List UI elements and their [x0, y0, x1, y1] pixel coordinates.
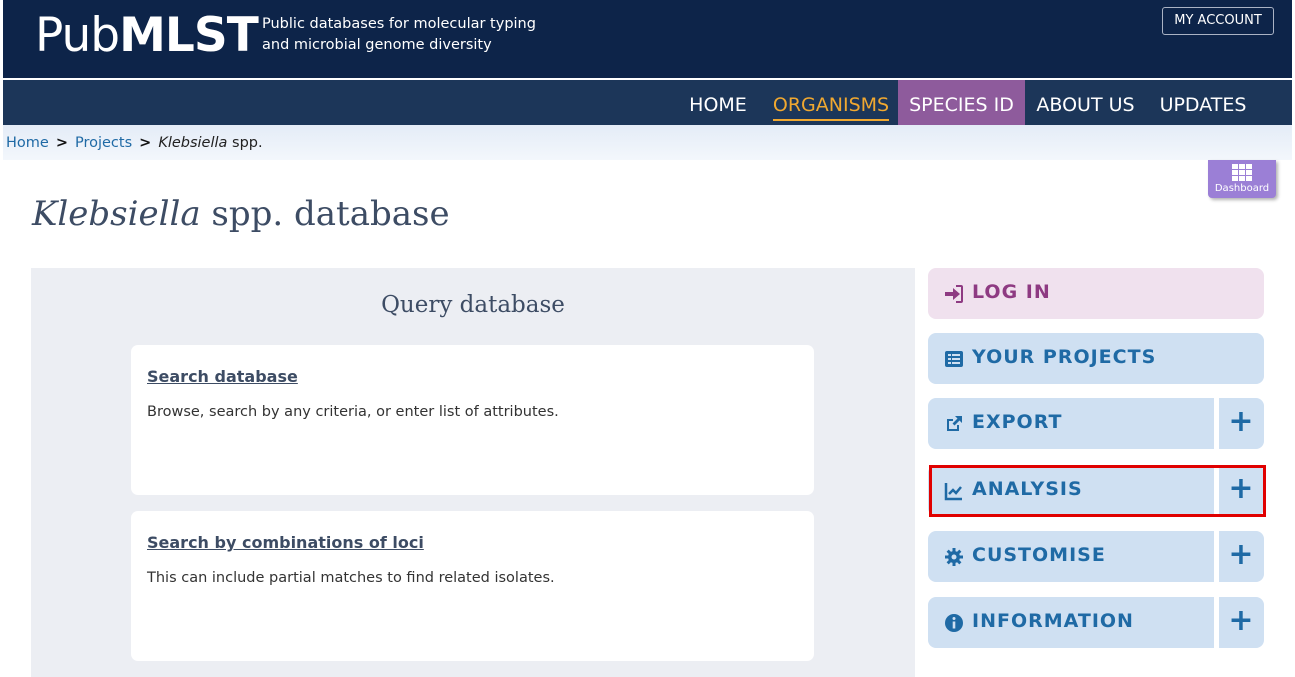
search-loci-link[interactable]: Search by combinations of loci [147, 533, 424, 552]
query-panel-title: Query database [381, 292, 565, 318]
search-database-link[interactable]: Search database [147, 367, 298, 386]
export-expand-button[interactable]: + [1214, 398, 1264, 449]
export-label: EXPORT [972, 411, 1063, 433]
export-button[interactable]: EXPORT + [928, 398, 1264, 449]
gear-icon [945, 548, 963, 566]
analysis-highlight-box [929, 465, 1266, 517]
info-icon [945, 614, 963, 632]
nav-species-id[interactable]: SPECIES ID [898, 80, 1025, 125]
breadcrumb-current: Klebsiella [158, 135, 228, 151]
dashboard-button[interactable]: Dashboard [1208, 160, 1276, 198]
external-link-icon [947, 416, 962, 431]
customise-label: CUSTOMISE [972, 544, 1106, 566]
nav-about-us[interactable]: ABOUT US [1028, 80, 1143, 125]
card-description: Browse, search by any criteria, or enter… [147, 404, 559, 420]
search-database-card: Search database Browse, search by any cr… [131, 345, 814, 495]
your-projects-button[interactable]: YOUR PROJECTS [928, 333, 1264, 384]
breadcrumb-separator: > [55, 135, 68, 151]
login-button[interactable]: LOG IN [928, 268, 1264, 319]
nav-updates[interactable]: UPDATES [1149, 80, 1257, 125]
main-nav: HOME ORGANISMS SPECIES ID ABOUT US UPDAT… [3, 80, 1292, 125]
query-panel: Query database Search database Browse, s… [31, 268, 915, 677]
list-icon [945, 351, 963, 367]
breadcrumb-home[interactable]: Home [6, 135, 49, 151]
site-tagline: Public databases for molecular typing an… [262, 16, 536, 53]
search-loci-card: Search by combinations of loci This can … [131, 511, 814, 661]
sign-in-icon [945, 285, 963, 303]
your-projects-label: YOUR PROJECTS [972, 346, 1157, 368]
card-description: This can include partial matches to find… [147, 570, 555, 586]
information-label: INFORMATION [972, 610, 1134, 632]
nav-organisms[interactable]: ORGANISMS [765, 80, 897, 125]
information-button[interactable]: INFORMATION + [928, 597, 1264, 648]
pubmlst-logo[interactable]: PubMLST [35, 8, 259, 63]
information-expand-button[interactable]: + [1214, 597, 1264, 648]
breadcrumb-current-suffix: spp. [227, 135, 263, 151]
breadcrumb-separator: > [139, 135, 152, 151]
grid-icon [1232, 164, 1252, 181]
login-label: LOG IN [972, 281, 1051, 303]
breadcrumb: Home > Projects > Klebsiella spp. [3, 125, 1292, 160]
nav-home[interactable]: HOME [675, 80, 761, 125]
customise-expand-button[interactable]: + [1214, 531, 1264, 582]
my-account-button[interactable]: MY ACCOUNT [1162, 7, 1274, 35]
site-header: PubMLST Public databases for molecular t… [3, 0, 1292, 78]
dashboard-label: Dashboard [1214, 183, 1270, 194]
breadcrumb-projects[interactable]: Projects [75, 135, 132, 151]
page-title: Klebsiella spp. database [32, 194, 450, 234]
customise-button[interactable]: CUSTOMISE + [928, 531, 1264, 582]
